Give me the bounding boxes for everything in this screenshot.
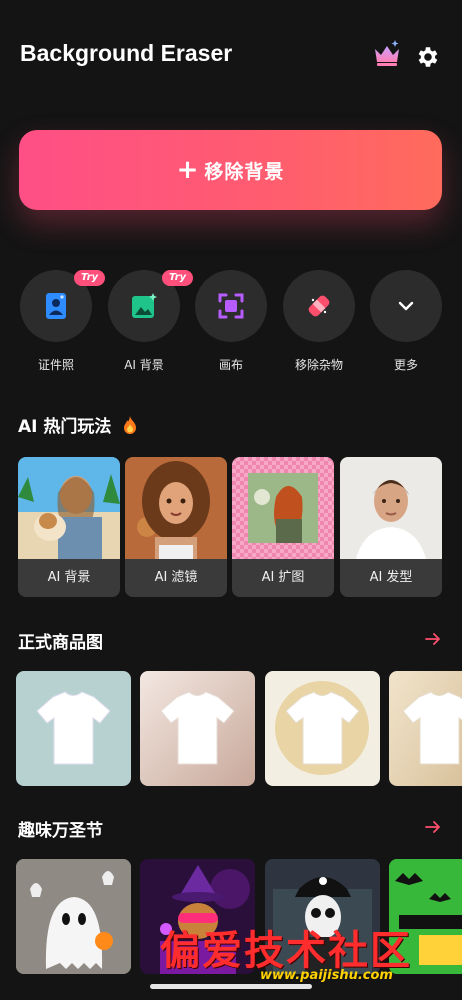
ai-card-expand[interactable]: AI 扩图 [232,457,334,597]
ai-hairstyle-thumbnail [340,457,442,559]
tool-label: 证件照 [37,358,74,372]
plus-icon: + [176,155,199,185]
canvas-frame-icon [218,293,244,319]
tools-row: Try 证件照 Try AI 背景 画布 移除杂物 更多 [20,270,445,380]
tshirt-image [36,691,111,765]
tool-remove-objects[interactable]: 移除杂物 [283,270,355,380]
ai-card-background[interactable]: AI 背景 [18,457,120,597]
ai-card-filter[interactable]: AI 滤镜 [125,457,227,597]
app-header: Background Eraser [0,0,462,110]
tshirt-image [402,691,462,765]
tool-circle [370,270,442,342]
home-indicator[interactable] [150,984,312,989]
watermark: 偏爱技术社区 www.paijishu.com [160,918,460,988]
tool-label: 画布 [218,358,243,372]
section-title-products: 正式商品图 [18,633,103,653]
halloween-card[interactable] [16,859,131,974]
remove-background-button[interactable]: + 移除背景 [19,130,442,210]
ai-card-label: AI 背景 [18,559,120,597]
tshirt-image [275,681,369,775]
product-card[interactable] [265,671,380,786]
ai-card-label: AI 滤镜 [125,559,227,597]
tool-canvas[interactable]: 画布 [195,270,267,380]
arrow-right-icon[interactable] [424,818,442,836]
tool-label: 更多 [393,358,418,372]
tool-more[interactable]: 更多 [370,270,442,380]
id-photo-icon [46,293,66,319]
tool-id-photo[interactable]: Try 证件照 [20,270,106,380]
ghost-image [16,859,131,974]
arrow-right-icon[interactable] [424,630,442,648]
try-badge: Try [162,270,194,286]
fire-icon [124,416,137,434]
section-title-halloween: 趣味万圣节 [18,821,103,841]
chevron-down-icon [398,301,414,311]
product-card[interactable] [16,671,131,786]
tool-circle [283,270,355,342]
gear-icon[interactable] [414,44,440,70]
section-title-text: AI 热门玩法 [18,417,112,437]
ai-card-hairstyle[interactable]: AI 发型 [340,457,442,597]
product-card[interactable] [389,671,462,786]
ai-background-thumbnail [18,457,120,559]
remove-background-label: 移除背景 [204,160,285,183]
watermark-url: www.paijishu.com [260,968,393,983]
tool-label: 移除杂物 [294,358,343,372]
crown-icon[interactable] [372,38,402,68]
tool-ai-background[interactable]: Try AI 背景 [108,270,194,380]
section-title-ai-hot: AI 热门玩法 [18,412,139,437]
tshirt-image [160,691,235,765]
product-card[interactable] [140,671,255,786]
app-title: Background Eraser [20,40,233,66]
ai-background-icon [132,293,157,318]
ai-card-label: AI 发型 [340,559,442,597]
ai-expand-thumbnail [232,457,334,559]
ai-filter-thumbnail [125,457,227,559]
eraser-icon [308,295,330,317]
try-badge: Try [74,270,106,286]
ai-card-label: AI 扩图 [232,559,334,597]
tool-label: AI 背景 [124,358,164,372]
tool-circle [195,270,267,342]
